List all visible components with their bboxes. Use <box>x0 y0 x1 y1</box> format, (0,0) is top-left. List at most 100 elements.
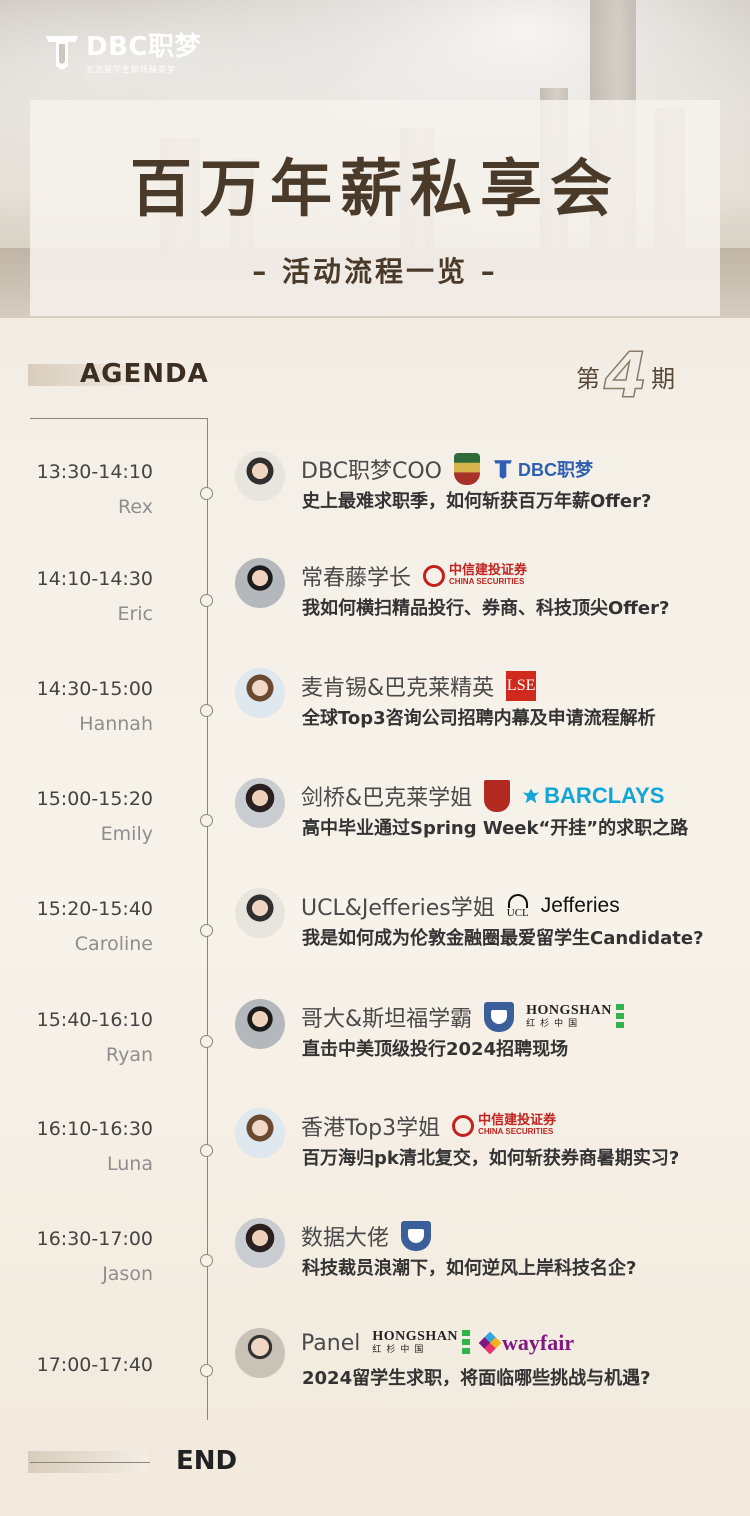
timeline-dot <box>200 924 213 937</box>
issue-suffix: 期 <box>651 364 676 393</box>
jefferies-logo: Jefferies <box>540 894 620 917</box>
ucl-logo: UCL <box>506 893 529 919</box>
citic-en: CHINA SECURITIES <box>478 1127 554 1136</box>
agenda-row: 14:30-15:00 Hannah 麦肯锡&巴克莱精英 LSE 全球Top3咨… <box>0 668 750 788</box>
session-time: 16:10-16:30 <box>36 1118 153 1140</box>
agenda-row: 16:10-16:30 Luna 香港Top3学姐 中信建投证券 CHINA SE… <box>0 1108 750 1228</box>
agenda-row: 15:40-16:10 Ryan 哥大&斯坦福学霸 HONGSHAN 红杉中国 直… <box>0 999 750 1119</box>
agenda-row: 14:10-14:30 Eric 常春藤学长 中信建投证券 CHINA SECUR… <box>0 558 750 678</box>
timeline-top-rule <box>30 418 208 419</box>
wayfair-pinwheel-icon <box>478 1331 502 1355</box>
citic-securities-logo: 中信建投证券 CHINA SECURITIES <box>423 562 528 588</box>
hongshan-logo: HONGSHAN 红杉中国 <box>372 1329 471 1356</box>
speaker-title: 数据大佬 <box>301 1226 390 1251</box>
speaker-title: 哥大&斯坦福学霸 <box>301 1007 473 1032</box>
speaker-line: 哥大&斯坦福学霸 HONGSHAN 红杉中国 <box>301 1001 624 1033</box>
speaker-line: 香港Top3学姐 中信建投证券 CHINA SECURITIES <box>301 1110 556 1142</box>
citic-cn: 中信建投证券 <box>449 562 528 577</box>
speaker-line: Panel HONGSHAN 红杉中国 wayfair <box>301 1330 574 1356</box>
speaker-line: UCL&Jefferies学姐 UCL Jefferies <box>301 890 620 922</box>
speaker-line: DBC职梦COO DBC职梦 <box>301 453 593 485</box>
speaker-first-name: Rex <box>118 496 153 518</box>
citic-ring-icon <box>452 1115 475 1137</box>
dbc-shield-icon <box>494 460 512 479</box>
avatar <box>235 451 285 501</box>
hongshan-leaf-icon <box>462 1330 471 1356</box>
timeline-dot <box>200 594 213 607</box>
session-topic: 高中毕业通过Spring Week“开挂”的求职之路 <box>302 818 689 839</box>
speaker-title: UCL&Jefferies学姐 <box>301 896 495 921</box>
speaker-title: Panel <box>301 1330 361 1356</box>
session-topic: 科技裁员浪潮下，如何逆风上岸科技名企? <box>302 1258 637 1279</box>
hku-crest-icon <box>454 453 481 485</box>
brand-name: DBC职梦 <box>86 32 201 62</box>
speaker-line: 数据大佬 <box>301 1220 432 1252</box>
timeline-dot <box>200 487 213 500</box>
agenda-row: 17:00-17:40 Panel HONGSHAN 红杉中国 wayfair 2… <box>0 1328 750 1448</box>
hongshan-text: HONGSHAN <box>372 1329 459 1344</box>
session-time: 15:40-16:10 <box>36 1009 153 1031</box>
agenda-row: 13:30-14:10 Rex DBC职梦COO DBC职梦 史上最难求职季，如… <box>0 451 750 571</box>
hongshan-leaf-icon <box>615 1004 624 1030</box>
cambridge-crest-icon <box>484 780 511 812</box>
citic-securities-logo: 中信建投证券 CHINA SECURITIES <box>452 1112 557 1138</box>
citic-cn: 中信建投证券 <box>478 1112 557 1127</box>
speaker-line: 剑桥&巴克莱学姐 BARCLAYS <box>301 780 664 812</box>
session-topic: 我是如何成为伦敦金融圈最爱留学生Candidate? <box>302 928 704 949</box>
dbc-logo: DBC职梦 <box>492 456 593 482</box>
issue-number: 第 4 期 <box>576 339 676 412</box>
agenda-label: AGENDA <box>80 359 209 389</box>
barclays-text: BARCLAYS <box>544 783 665 808</box>
speaker-first-name: Caroline <box>74 933 153 955</box>
avatar <box>235 888 285 938</box>
wayfair-logo: wayfair <box>478 1330 575 1356</box>
avatar <box>235 778 285 828</box>
session-topic: 我如何横扫精品投行、券商、科技顶尖Offer? <box>302 598 670 619</box>
speaker-title: 常春藤学长 <box>301 566 412 591</box>
page-subtitle: – 活动流程一览 – <box>252 255 498 288</box>
timeline-dot <box>200 1364 213 1377</box>
columbia-crest-icon <box>484 1002 515 1032</box>
citic-ring-icon <box>423 565 446 587</box>
speaker-first-name: Emily <box>100 823 153 845</box>
lse-logo: LSE <box>506 671 537 701</box>
agenda-row: 15:20-15:40 Caroline UCL&Jefferies学姐 UCL… <box>0 888 750 1008</box>
timeline-dot <box>200 814 213 827</box>
dbc-logo-text: DBC职梦 <box>518 460 594 480</box>
wayfair-text: wayfair <box>502 1330 575 1355</box>
session-time: 14:10-14:30 <box>36 568 153 590</box>
session-time: 15:20-15:40 <box>36 898 153 920</box>
speaker-title: 香港Top3学姐 <box>301 1116 441 1141</box>
dbc-shield-icon <box>46 36 78 70</box>
session-time: 17:00-17:40 <box>36 1354 153 1376</box>
speaker-first-name: Eric <box>117 603 153 625</box>
end-rule <box>30 1462 150 1463</box>
avatar <box>235 999 285 1049</box>
hongshan-cn: 红杉中国 <box>526 1018 583 1028</box>
speaker-line: 常春藤学长 中信建投证券 CHINA SECURITIES <box>301 560 527 592</box>
session-time: 16:30-17:00 <box>36 1228 153 1250</box>
session-time: 13:30-14:10 <box>36 461 153 483</box>
ucl-text: UCL <box>506 906 529 919</box>
speaker-first-name: Hannah <box>79 713 153 735</box>
speaker-first-name: Jason <box>102 1263 153 1285</box>
hongshan-logo: HONGSHAN 红杉中国 <box>526 1004 624 1030</box>
avatar <box>235 1218 285 1268</box>
session-topic: 全球Top3咨询公司招聘内幕及申请流程解析 <box>302 708 656 729</box>
timeline-dot <box>200 1254 213 1267</box>
session-topic: 2024留学生求职，将面临哪些挑战与机遇? <box>302 1368 651 1389</box>
speaker-first-name: Ryan <box>105 1044 153 1066</box>
speaker-title: 剑桥&巴克莱学姐 <box>301 786 473 811</box>
page-title: 百万年薪私享会 <box>129 152 620 225</box>
brand-logo: DBC职梦 立志留学生职场精英梦 <box>42 32 201 75</box>
speaker-first-name: Luna <box>107 1153 153 1175</box>
session-topic: 史上最难求职季，如何斩获百万年薪Offer? <box>302 491 652 512</box>
avatar <box>235 558 285 608</box>
hongshan-cn: 红杉中国 <box>372 1344 429 1354</box>
session-topic: 直击中美顶级投行2024招聘现场 <box>302 1039 569 1060</box>
columbia-crest-icon <box>401 1221 432 1251</box>
avatar <box>235 668 285 718</box>
speaker-title: 麦肯锡&巴克莱精英 <box>301 676 495 701</box>
issue-digit: 4 <box>603 339 648 412</box>
speaker-line: 麦肯锡&巴克莱精英 LSE <box>301 670 537 702</box>
